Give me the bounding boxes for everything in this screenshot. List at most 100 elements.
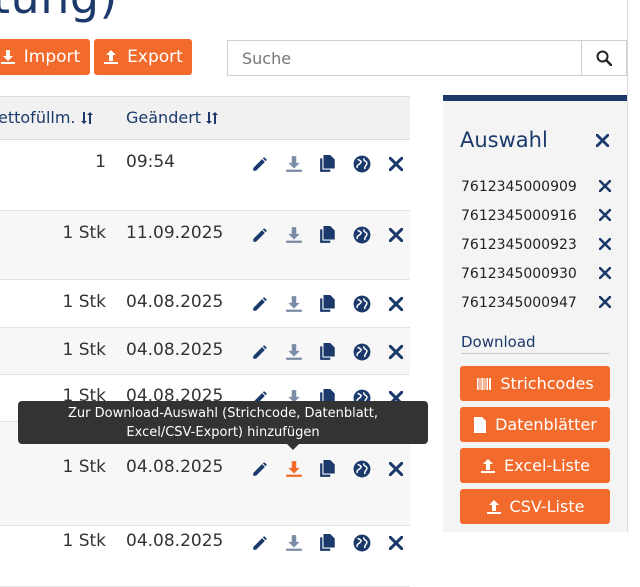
copy-icon[interactable] <box>317 458 339 480</box>
product-table: ettofüllm. Geändert 1 09:54 1 Stk 11.09.202… <box>0 96 410 587</box>
date-cell: 04.08.2025 <box>126 531 224 551</box>
table-row: 1 Stk 11.09.2025 <box>0 211 410 280</box>
scrollbar-track <box>627 0 628 532</box>
row-actions <box>249 532 407 554</box>
clear-selection-icon[interactable] <box>595 132 610 151</box>
row-actions <box>249 153 407 175</box>
tooltip-line-1: Zur Download-Auswahl (Strichcode, Datenb… <box>68 406 378 421</box>
date-cell: 09:54 <box>126 152 175 172</box>
copy-icon[interactable] <box>317 153 339 175</box>
export-button-label: Export <box>127 47 183 67</box>
edit-icon[interactable] <box>249 153 271 175</box>
delete-icon[interactable] <box>385 293 407 315</box>
excel-list-button-label: Excel-Liste <box>504 456 590 475</box>
datasheets-button-label: Datenblätter <box>495 415 597 434</box>
quantity-cell: 1 Stk <box>62 457 106 477</box>
export-button[interactable]: Export <box>94 39 192 75</box>
table-row: 1 Stk 04.08.2025 <box>0 280 410 328</box>
excel-list-button[interactable]: Excel-Liste <box>460 448 610 483</box>
selection-item-code: 7612345000916 <box>461 208 577 224</box>
sort-icon <box>80 111 93 124</box>
date-cell: 04.08.2025 <box>126 340 224 360</box>
delete-icon[interactable] <box>385 532 407 554</box>
sort-icon <box>206 111 219 124</box>
globe-icon[interactable] <box>351 153 373 175</box>
import-icon <box>0 50 15 64</box>
file-icon <box>474 416 487 433</box>
globe-icon[interactable] <box>351 458 373 480</box>
row-actions <box>249 341 407 363</box>
quantity-cell: 1 <box>95 152 106 172</box>
column-header-quantity[interactable]: ettofüllm. <box>0 108 94 127</box>
tooltip-line-2: Excel/CSV-Export) hinzufügen <box>126 425 320 440</box>
tooltip: Zur Download-Auswahl (Strichcode, Datenb… <box>18 401 428 444</box>
selection-item-code: 7612345000947 <box>461 295 577 311</box>
add-to-download-icon[interactable] <box>283 532 305 554</box>
copy-icon[interactable] <box>317 293 339 315</box>
tooltip-arrow <box>287 444 299 450</box>
add-to-download-icon[interactable] <box>283 458 305 480</box>
column-header-quantity-label: ettofüllm. <box>0 108 76 127</box>
add-to-download-icon[interactable] <box>283 153 305 175</box>
selection-item: 7612345000916 <box>461 208 612 237</box>
delete-icon[interactable] <box>385 341 407 363</box>
csv-list-button-label: CSV-Liste <box>509 497 585 516</box>
row-actions <box>249 458 407 480</box>
search-input[interactable] <box>228 41 582 75</box>
edit-icon[interactable] <box>249 341 271 363</box>
copy-icon[interactable] <box>317 341 339 363</box>
selection-item: 7612345000923 <box>461 237 612 266</box>
quantity-cell: 1 Stk <box>62 292 106 312</box>
search-box <box>227 40 627 76</box>
download-label: Download <box>461 333 536 351</box>
datasheets-button[interactable]: Datenblätter <box>460 407 610 442</box>
date-cell: 04.08.2025 <box>126 292 224 312</box>
globe-icon[interactable] <box>351 532 373 554</box>
csv-list-button[interactable]: CSV-Liste <box>460 489 610 524</box>
date-cell: 11.09.2025 <box>126 223 224 243</box>
download-divider <box>461 353 609 354</box>
add-to-download-icon[interactable] <box>283 224 305 246</box>
page-title: tung) <box>0 0 118 24</box>
selection-item-code: 7612345000930 <box>461 266 577 282</box>
selection-item: 7612345000909 <box>461 179 612 208</box>
remove-item-icon[interactable] <box>598 295 612 312</box>
edit-icon[interactable] <box>249 224 271 246</box>
selection-item: 7612345000930 <box>461 266 612 295</box>
export-icon <box>481 458 496 473</box>
delete-icon[interactable] <box>385 153 407 175</box>
sidebar-title: Auswahl <box>460 128 548 152</box>
table-header: ettofüllm. Geändert <box>0 96 410 140</box>
remove-item-icon[interactable] <box>598 208 612 225</box>
selection-item-code: 7612345000909 <box>461 179 577 195</box>
globe-icon[interactable] <box>351 341 373 363</box>
import-button-label: Import <box>23 47 81 67</box>
copy-icon[interactable] <box>317 224 339 246</box>
selection-sidebar: Auswahl 7612345000909 7612345000916 761234… <box>443 95 627 532</box>
delete-icon[interactable] <box>385 458 407 480</box>
barcodes-button[interactable]: Strichcodes <box>460 366 610 401</box>
import-button[interactable]: Import <box>0 39 90 75</box>
copy-icon[interactable] <box>317 532 339 554</box>
selection-item-code: 7612345000923 <box>461 237 577 253</box>
delete-icon[interactable] <box>385 224 407 246</box>
globe-icon[interactable] <box>351 293 373 315</box>
row-actions <box>249 293 407 315</box>
barcode-icon <box>477 377 492 390</box>
remove-item-icon[interactable] <box>598 266 612 283</box>
edit-icon[interactable] <box>249 532 271 554</box>
edit-icon[interactable] <box>249 293 271 315</box>
table-row: 1 09:54 <box>0 140 410 211</box>
quantity-cell: 1 Stk <box>62 531 106 551</box>
add-to-download-icon[interactable] <box>283 293 305 315</box>
remove-item-icon[interactable] <box>598 237 612 254</box>
column-header-changed[interactable]: Geändert <box>126 108 219 127</box>
add-to-download-icon[interactable] <box>283 341 305 363</box>
globe-icon[interactable] <box>351 224 373 246</box>
search-button[interactable] <box>581 41 626 75</box>
export-icon <box>104 50 119 64</box>
table-row: 1 Stk 04.08.2025 <box>0 526 410 587</box>
date-cell: 04.08.2025 <box>126 457 224 477</box>
edit-icon[interactable] <box>249 458 271 480</box>
remove-item-icon[interactable] <box>598 179 612 196</box>
